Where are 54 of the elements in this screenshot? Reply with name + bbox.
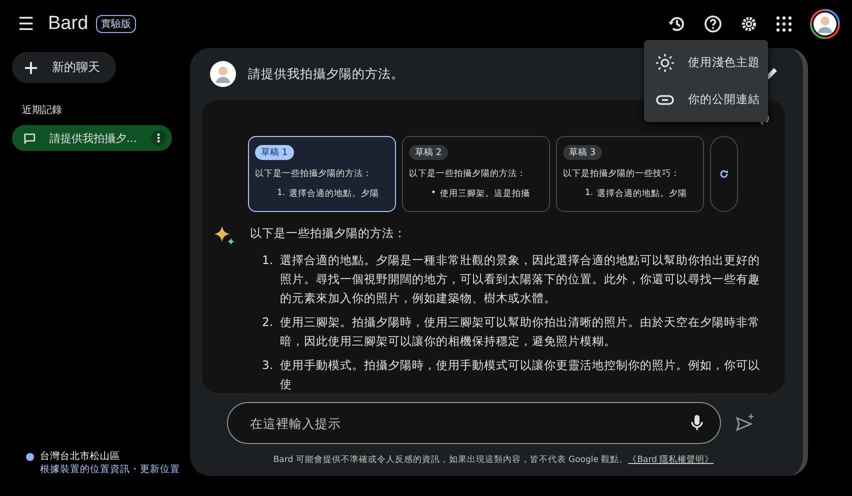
privacy-link[interactable]: 《Bard 隱私權聲明》 (628, 455, 714, 465)
list-marker: 2. (262, 314, 274, 331)
list-marker: • (431, 188, 436, 200)
beta-badge: 實驗版 (96, 15, 136, 33)
draft-list-item: 選擇合適的地點。夕陽 (289, 188, 380, 200)
location-source-link[interactable]: 根據裝置的位置資訊 (40, 463, 130, 476)
list-marker: 1. (585, 188, 594, 200)
more-icon[interactable] (150, 130, 166, 146)
location-text: 台灣台北市松山區 (40, 450, 121, 463)
sparkle-icon (214, 226, 236, 246)
list-marker: 1. (277, 188, 286, 200)
draft-intro-text: 以下是一些拍攝夕陽的方法： (255, 168, 373, 180)
brand-name: Bard (48, 13, 88, 35)
draft-card[interactable]: 草稿 1 以下是一些拍攝夕陽的方法： 1. 選擇合適的地點。夕陽 (248, 136, 396, 212)
update-location-link[interactable]: 更新位置 (140, 463, 180, 476)
draft-label: 草稿 2 (409, 145, 448, 160)
draft-list-item: 使用三腳架。這是拍攝 (440, 188, 530, 200)
draft-card[interactable]: 草稿 3 以下是拍攝夕陽的一些技巧： 1. 選擇合適的地點。夕陽 (556, 136, 704, 212)
draft-list-item: 選擇合適的地點。夕陽 (597, 188, 688, 200)
refresh-icon (719, 169, 729, 179)
disclaimer-text: Bard 可能會提供不準確或令人反感的資訊，如果出現這類內容，皆不代表 Google 觀點。 (273, 455, 628, 465)
sun-icon (656, 54, 674, 72)
prompt-text: 請提供我拍攝夕陽的方法。 (248, 66, 405, 82)
settings-icon[interactable] (740, 15, 758, 33)
menu-item[interactable]: 你的公開連結 (644, 81, 768, 118)
plus-icon (24, 60, 38, 74)
send-icon[interactable] (735, 414, 755, 432)
draft-intro-text: 以下是拍攝夕陽的一些技巧： (563, 168, 681, 180)
avatar-icon[interactable] (810, 9, 840, 39)
response-list-item: 選擇合適的地點。夕陽是一種非常壯觀的景象，因此選擇合適的地點可以幫助你拍出更好的照片。尋找一個視野開闊的地方，可以看到太陽落下的位置。此外，你還可以尋找一些有趣的元素來加入你的照片，例如建築物、樹木或水體。 (280, 252, 761, 307)
menu-icon[interactable]: ☰ (18, 14, 40, 34)
separator-text: ・ (130, 463, 140, 476)
chat-icon (24, 132, 36, 144)
microphone-icon[interactable] (691, 415, 703, 431)
prompt-input-field[interactable]: 在這裡輸入提示 (227, 402, 721, 444)
new-chat-button[interactable]: 新的聊天 (12, 52, 116, 83)
response-list-item: 使用三腳架。拍攝夕陽時，使用三腳架可以幫助你拍出清晰的照片。由於天空在夕陽時非常暗，因此使用三腳架可以讓你的相機保持穩定，避免照片模糊。 (280, 314, 761, 350)
draft-label: 草稿 1 (255, 145, 294, 160)
help-icon[interactable] (704, 15, 722, 33)
user-avatar-icon (210, 61, 236, 87)
draft-intro-text: 以下是一些拍攝夕陽的方法： (409, 168, 527, 180)
link-icon (656, 94, 674, 104)
history-icon[interactable] (668, 15, 686, 33)
menu-item[interactable]: 使用淺色主題 (644, 44, 768, 81)
draft-card[interactable]: 草稿 2 以下是一些拍攝夕陽的方法： • 使用三腳架。這是拍攝 (402, 136, 550, 212)
chat-history-item[interactable]: 請提供我拍攝夕... (12, 125, 172, 151)
list-marker: 1. (262, 252, 274, 269)
draft-label: 草稿 3 (563, 145, 602, 160)
response-intro: 以下是一些拍攝夕陽的方法： (250, 225, 407, 242)
list-marker: 3. (262, 357, 274, 374)
section-label: 近期記錄 (22, 104, 63, 117)
response-list-item: 使用手動模式。拍攝夕陽時，使用手動模式可以讓你更靈活地控制你的照片。例如，你可以使 (280, 357, 761, 393)
apps-grid-icon[interactable] (776, 16, 792, 32)
location-dot-icon (26, 453, 34, 461)
